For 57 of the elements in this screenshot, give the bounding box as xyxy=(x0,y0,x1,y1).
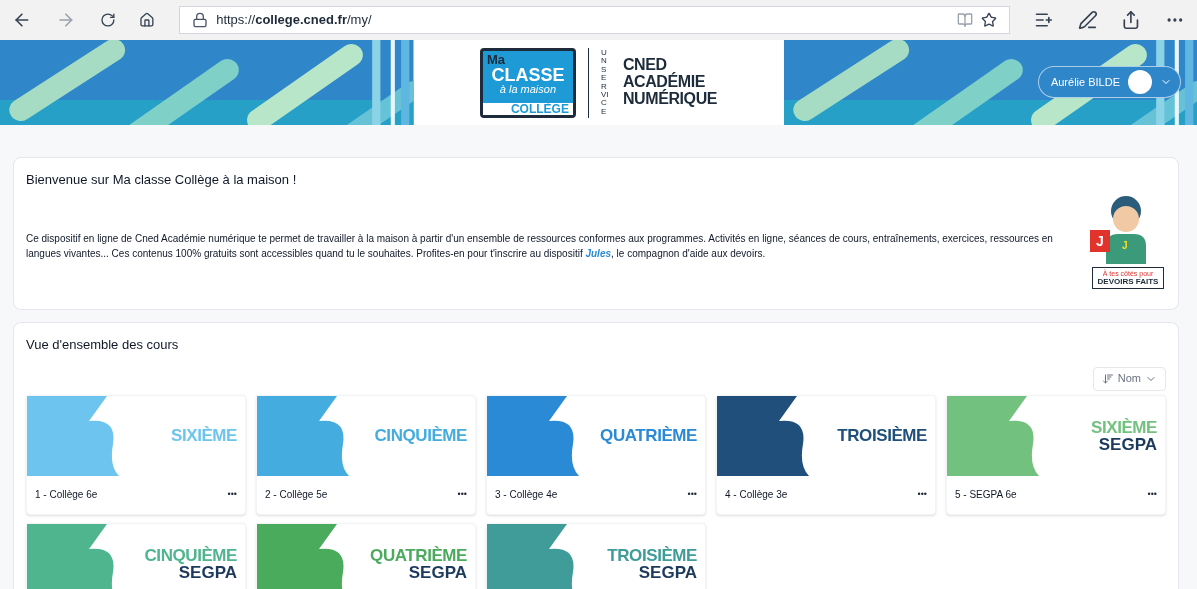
course-title[interactable]: 4 - Collège 3e xyxy=(725,487,788,502)
sort-icon xyxy=(1101,372,1114,385)
course-menu-button[interactable]: ••• xyxy=(1147,487,1157,502)
course-card[interactable]: CINQUIÈME 2 - Collège 5e ••• xyxy=(256,394,476,515)
course-menu-button[interactable]: ••• xyxy=(687,487,697,502)
course-card[interactable]: SIXIÈME SEGPA 5 - SEGPA 6e ••• xyxy=(946,394,1166,515)
badge-letter: J xyxy=(1090,230,1110,252)
sort-button[interactable]: Nom xyxy=(1092,366,1166,391)
course-level-text: TROISIÈME xyxy=(607,546,697,564)
address-bar[interactable]: https://college.cned.fr/my/ xyxy=(179,6,1010,34)
welcome-paragraph: Ce dispositif en ligne de Cned Académie numérique te permet de travailler à la maison à partir d'un ensemble de ressources conformes aux programmes. Activités en ligne, séances de cours, entraînements, exercices, ressources en langues vivantes... Ces contenus 100% gratuits sont accessibles quand tu le souhaites. Profites-en pour t'inscrire au dispositif Jules, le compagnon d'aide aux devoirs. xyxy=(26,232,1054,261)
pen-icon[interactable] xyxy=(1077,10,1098,30)
brand-text: NUMÉRIQUE xyxy=(622,90,718,108)
reading-view-icon[interactable] xyxy=(956,12,973,28)
favorite-star-icon[interactable] xyxy=(980,12,997,28)
logo-classe-text: CLASSE xyxy=(491,65,565,84)
course-card[interactable]: QUATRIÈME SEGPA xyxy=(256,522,476,589)
refresh-icon[interactable] xyxy=(99,12,116,28)
course-title[interactable]: 5 - SEGPA 6e xyxy=(955,487,1017,502)
logo-ma-text: Ma xyxy=(485,52,505,66)
segpa-text: SEGPA xyxy=(638,563,697,581)
course-level-text: SIXIÈME xyxy=(1091,418,1157,436)
courses-title: Vue d'ensemble des cours xyxy=(26,336,180,354)
course-card[interactable]: TROISIÈME SEGPA xyxy=(486,522,706,589)
course-level-text: SIXIÈME xyxy=(171,427,237,444)
course-menu-button[interactable]: ••• xyxy=(227,487,237,502)
home-icon[interactable] xyxy=(139,12,156,28)
boy-drawing xyxy=(1106,196,1146,264)
course-menu-button[interactable]: ••• xyxy=(457,487,467,502)
course-level-text: CINQUIÈME xyxy=(144,546,237,564)
course-level-text: CINQUIÈME xyxy=(374,427,467,444)
welcome-title: Bienvenue sur Ma classe Collège à la maison ! xyxy=(26,171,298,189)
course-level-text: QUATRIÈME xyxy=(600,427,697,444)
course-level-text: QUATRIÈME xyxy=(370,546,467,564)
favorites-list-icon[interactable] xyxy=(1033,10,1054,30)
course-title[interactable]: 1 - Collège 6e xyxy=(35,487,98,502)
course-level-text: TROISIÈME xyxy=(837,427,927,444)
user-menu[interactable]: Aurélie BILDE xyxy=(1037,66,1181,98)
course-card[interactable]: QUATRIÈME 3 - Collège 4e ••• xyxy=(486,394,706,515)
shirt-letter: J xyxy=(1122,239,1128,253)
course-card[interactable]: TROISIÈME 4 - Collège 3e ••• xyxy=(716,394,936,515)
course-title[interactable]: 3 - Collège 4e xyxy=(495,487,558,502)
segpa-text: SEGPA xyxy=(1098,435,1157,453)
segpa-text: SEGPA xyxy=(178,563,237,581)
course-card[interactable]: SIXIÈME 1 - Collège 6e ••• xyxy=(26,394,246,515)
service-text: UN SERVICE xyxy=(600,48,610,117)
avatar-icon xyxy=(1128,70,1152,94)
brand-text: CNED xyxy=(622,57,667,74)
course-card[interactable]: CINQUIÈME SEGPA xyxy=(26,522,246,589)
course-menu-button[interactable]: ••• xyxy=(917,487,927,502)
badge-title: DEVOIRS FAITS xyxy=(1097,277,1159,286)
course-title[interactable]: 2 - Collège 5e xyxy=(265,487,328,502)
segpa-text: SEGPA xyxy=(408,563,467,581)
lock-icon xyxy=(192,12,209,28)
logo-maison-text: à la maison xyxy=(499,83,557,95)
url-text: https://college.cned.fr/my/ xyxy=(216,11,373,30)
logo-college-text: COLLÈGE xyxy=(482,102,573,115)
